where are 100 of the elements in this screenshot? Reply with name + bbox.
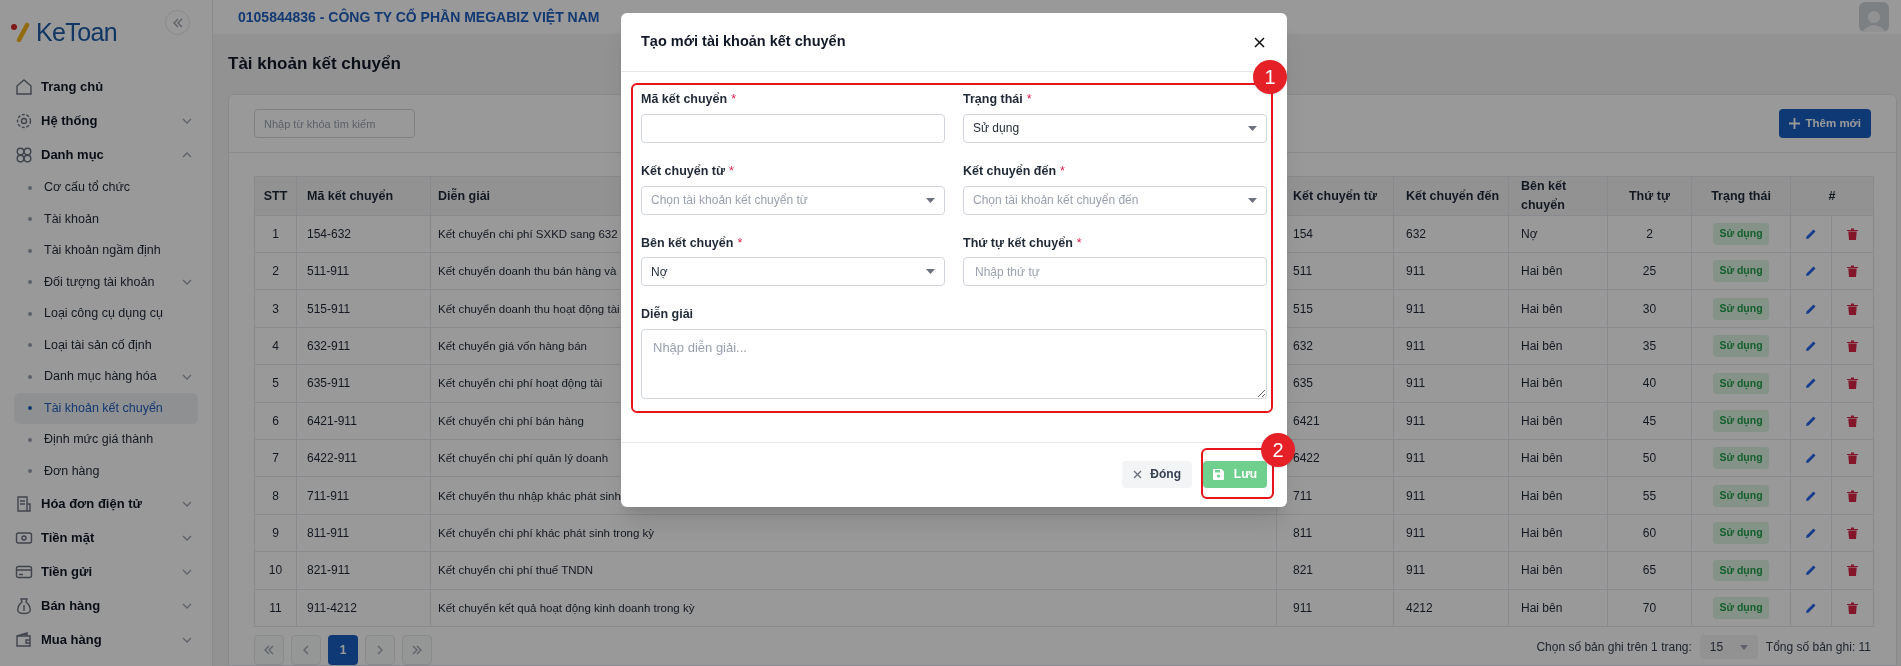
page-button[interactable]: 1 <box>328 635 358 665</box>
edit-button[interactable] <box>1804 339 1818 354</box>
delete-button[interactable] <box>1845 226 1860 241</box>
pencil-icon <box>1805 227 1817 240</box>
table-cell: 821 <box>1276 551 1394 590</box>
table-cell: 511-911 <box>296 252 431 290</box>
status-badge: Sử dụng <box>1713 596 1769 619</box>
first-page-icon <box>264 645 274 655</box>
pencil-icon <box>1805 564 1817 577</box>
table-cell: 30 <box>1607 290 1692 328</box>
sidebar-item[interactable]: Bán hàng <box>0 589 212 623</box>
table-cell: 911 <box>1393 290 1509 328</box>
search-field[interactable]: Nhập từ khóa tìm kiếm <box>254 109 415 139</box>
caret-down-icon <box>1248 125 1257 131</box>
submenu-item[interactable]: Đơn hàng <box>14 455 198 487</box>
edit-button[interactable] <box>1804 563 1818 578</box>
table-cell: 9 <box>254 514 297 552</box>
table-cell: 911 <box>1393 476 1509 515</box>
delete-button[interactable] <box>1845 413 1860 428</box>
delete-button[interactable] <box>1845 301 1860 316</box>
table-cell: 911 <box>1393 402 1509 440</box>
pencil-icon <box>1805 302 1817 315</box>
table-cell: 40 <box>1607 364 1692 403</box>
table-cell: 10 <box>254 551 297 590</box>
table-cell: 6421-911 <box>296 402 431 440</box>
sidebar-item[interactable]: Trang chủ <box>0 70 212 104</box>
table-cell: 2 <box>254 252 297 290</box>
page-title: Tài khoản kết chuyển <box>228 53 401 76</box>
submenu-item[interactable]: Loại công cụ dụng cụ <box>14 298 198 330</box>
submenu-item[interactable]: Định mức giá thành <box>14 424 198 456</box>
edit-button[interactable] <box>1804 264 1818 279</box>
pencil-icon <box>1805 340 1817 353</box>
input-field[interactable] <box>641 113 945 143</box>
last-page-icon <box>412 645 422 655</box>
sidebar-item[interactable]: Hệ thống <box>0 104 212 138</box>
card-icon <box>15 563 33 581</box>
page-size-select[interactable]: 15 <box>1699 635 1758 659</box>
sidebar-item[interactable]: Tiền gửi <box>0 555 212 589</box>
logo-icon <box>10 22 32 42</box>
submenu-item[interactable]: Loại tài sản cố định <box>14 329 198 361</box>
status-badge: Sử dụng <box>1713 484 1769 507</box>
close-dialog-button[interactable]: Đóng <box>1122 460 1192 488</box>
sidebar-item[interactable]: Danh mục <box>0 138 212 172</box>
input-field[interactable]: Nhập thứ tự <box>963 257 1267 287</box>
status-badge: Sử dụng <box>1713 447 1769 470</box>
submenu-item[interactable]: Cơ cấu tổ chức <box>14 172 198 204</box>
trash-icon <box>1847 227 1858 240</box>
table-cell: 11 <box>254 589 297 627</box>
delete-button[interactable] <box>1845 488 1860 503</box>
submenu-item[interactable]: Tài khoản <box>14 203 198 235</box>
submenu-item[interactable]: Đối tượng tài khoản <box>14 266 198 298</box>
sidebar-item[interactable]: Hóa đơn điện tử <box>0 487 212 521</box>
table-cell: 911 <box>1393 252 1509 290</box>
table-cell: 2 <box>1607 215 1692 253</box>
trash-icon <box>1847 302 1858 315</box>
edit-button[interactable] <box>1804 526 1818 540</box>
table-cell: 6 <box>254 402 297 440</box>
pencil-icon <box>1805 489 1817 502</box>
status-badge: Sử dụng <box>1713 260 1769 283</box>
submenu-item[interactable]: Tài khoản ngầm định <box>14 235 198 267</box>
submenu-item[interactable]: Danh mục hàng hóa <box>14 361 198 393</box>
status-badge: Sử dụng <box>1713 223 1769 245</box>
delete-button[interactable] <box>1845 451 1860 466</box>
select-field[interactable]: Nợ <box>641 257 945 287</box>
submenu-item[interactable]: Tài khoản kết chuyển <box>14 392 198 424</box>
table-cell: 50 <box>1607 439 1692 477</box>
delete-button[interactable] <box>1845 264 1860 279</box>
delete-button[interactable] <box>1845 339 1860 354</box>
home-icon <box>15 78 33 96</box>
table-cell: Hai bên <box>1508 327 1608 365</box>
cash-icon <box>15 529 33 547</box>
delete-button[interactable] <box>1845 376 1860 391</box>
table-cell: 4212 <box>1393 589 1509 627</box>
delete-button[interactable] <box>1845 600 1860 615</box>
required-mark: * <box>731 91 736 108</box>
edit-button[interactable] <box>1804 451 1818 466</box>
select-field[interactable]: Sử dụng <box>963 113 1267 143</box>
table-cell: Kết chuyển giá vốn hàng bán <box>438 339 587 352</box>
table-cell: Kết chuyển chi phí SXKD sang 632 <box>438 227 618 240</box>
table-cell: Kết chuyển chi phí bán hàng <box>438 414 584 427</box>
table-cell: Hai bên <box>1508 252 1608 290</box>
required-mark: * <box>1076 234 1082 252</box>
edit-button[interactable] <box>1804 376 1818 391</box>
close-button[interactable] <box>1251 34 1267 50</box>
table-cell: Hai bên <box>1508 514 1608 552</box>
company-name: 0105844836 - CÔNG TY CỔ PHẦN MEGABIZ VIỆT NAM <box>238 7 600 27</box>
caret-down-icon <box>926 197 935 203</box>
table-cell: 911 <box>1393 364 1509 403</box>
table-cell: 1 <box>254 215 297 253</box>
textarea-field[interactable]: Nhập diễn giải... <box>641 329 1267 399</box>
delete-button[interactable] <box>1845 563 1860 578</box>
money-bag-icon <box>15 597 33 615</box>
delete-button[interactable] <box>1845 526 1860 540</box>
sidebar-item[interactable]: Mua hàng <box>0 623 212 657</box>
sidebar-item[interactable]: Tiền mặt <box>0 521 212 555</box>
table-cell: Kết chuyển doanh thu bán hàng và <box>438 265 617 278</box>
column-header: Bên kết chuyển <box>1508 176 1608 216</box>
table-cell: 515-911 <box>296 290 431 328</box>
column-header: STT <box>254 176 297 216</box>
add-button[interactable]: Thêm mới <box>1778 109 1871 139</box>
